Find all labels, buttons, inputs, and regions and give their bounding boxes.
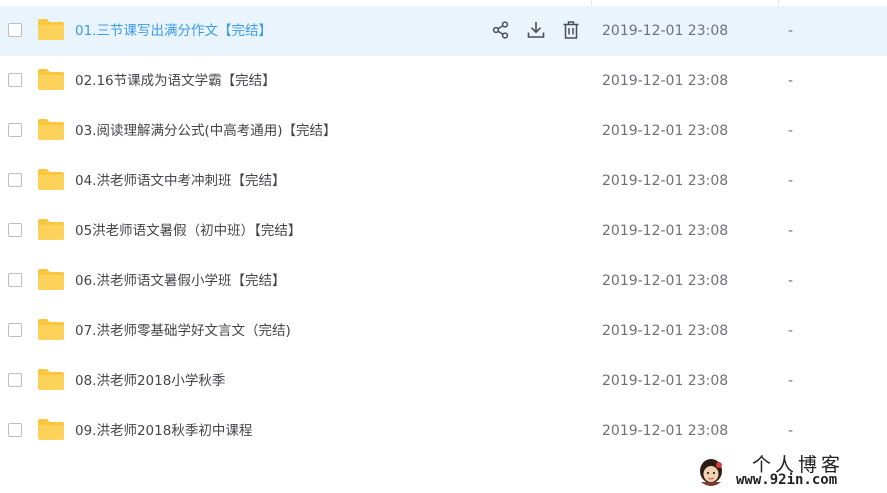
file-row[interactable]: 06.洪老师语文暑假小学班【完结】 2019-12-01 23:08 - — [0, 256, 887, 306]
row-checkbox[interactable] — [8, 73, 22, 87]
row-checkbox[interactable] — [8, 223, 22, 237]
download-icon[interactable] — [525, 19, 547, 41]
folder-icon — [38, 219, 64, 240]
file-row[interactable]: 01.三节课写出满分作文【完结】 2019-12-01 23:08 - — [0, 6, 887, 56]
folder-icon — [38, 419, 64, 440]
file-name-link[interactable]: 01.三节课写出满分作文【完结】 — [75, 6, 272, 56]
row-checkbox[interactable] — [8, 373, 22, 387]
file-list: 01.三节课写出满分作文【完结】 2019-12-01 23:08-02.16节课… — [0, 6, 887, 456]
file-size: - — [788, 323, 794, 339]
row-checkbox[interactable] — [8, 123, 22, 137]
modified-date: 2019-12-01 23:08 — [602, 273, 729, 289]
row-checkbox[interactable] — [8, 273, 22, 287]
file-name-link[interactable]: 06.洪老师语文暑假小学班【完结】 — [75, 256, 285, 306]
folder-icon — [38, 69, 64, 90]
modified-date: 2019-12-01 23:08 — [602, 123, 729, 139]
file-size: - — [788, 423, 794, 439]
file-size: - — [788, 223, 794, 239]
folder-icon — [38, 269, 64, 290]
file-row[interactable]: 09.洪老师2018秋季初中课程 2019-12-01 23:08 - — [0, 406, 887, 456]
file-name-link[interactable]: 07.洪老师零基础学好文言文（完结) — [75, 306, 291, 356]
file-row[interactable]: 04.洪老师语文中考冲刺班【完结】 2019-12-01 23:08 - — [0, 156, 887, 206]
file-row[interactable]: 03.阅读理解满分公式(中高考通用)【完结】 2019-12-01 23:08 - — [0, 106, 887, 156]
row-checkbox[interactable] — [8, 23, 22, 37]
modified-date: 2019-12-01 23:08 — [602, 223, 729, 239]
watermark-url: www.92in.com — [736, 472, 838, 488]
row-checkbox[interactable] — [8, 423, 22, 437]
file-name-link[interactable]: 08.洪老师2018小学秋季 — [75, 356, 225, 406]
file-size: - — [788, 273, 794, 289]
modified-date: 2019-12-01 23:08 — [602, 323, 729, 339]
file-size: - — [788, 123, 794, 139]
file-name-link[interactable]: 03.阅读理解满分公式(中高考通用)【完结】 — [75, 106, 337, 156]
file-name-link[interactable]: 02.16节课成为语文学霸【完结】 — [75, 56, 276, 106]
watermark: 个人博客 www.92in.com — [694, 452, 887, 493]
row-checkbox[interactable] — [8, 323, 22, 337]
file-size: - — [788, 23, 794, 39]
file-row[interactable]: 05洪老师语文暑假（初中班）【完结】 2019-12-01 23:08 - — [0, 206, 887, 256]
file-name-link[interactable]: 04.洪老师语文中考冲刺班【完结】 — [75, 156, 285, 206]
file-row[interactable]: 02.16节课成为语文学霸【完结】 2019-12-01 23:08 - — [0, 56, 887, 106]
folder-icon — [38, 169, 64, 190]
file-row[interactable]: 08.洪老师2018小学秋季 2019-12-01 23:08 - — [0, 356, 887, 406]
modified-date: 2019-12-01 23:08 — [602, 373, 729, 389]
file-name-link[interactable]: 09.洪老师2018秋季初中课程 — [75, 406, 252, 456]
row-checkbox[interactable] — [8, 173, 22, 187]
share-icon[interactable] — [490, 19, 512, 41]
folder-icon — [38, 19, 64, 40]
file-name-link[interactable]: 05洪老师语文暑假（初中班）【完结】 — [75, 206, 301, 256]
folder-icon — [38, 369, 64, 390]
delete-icon[interactable] — [560, 19, 582, 41]
modified-date: 2019-12-01 23:08 — [602, 23, 729, 39]
avatar-icon — [700, 459, 722, 486]
file-size: - — [788, 373, 794, 389]
folder-icon — [38, 119, 64, 140]
modified-date: 2019-12-01 23:08 — [602, 173, 729, 189]
modified-date: 2019-12-01 23:08 — [602, 423, 729, 439]
folder-icon — [38, 319, 64, 340]
file-row[interactable]: 07.洪老师零基础学好文言文（完结) 2019-12-01 23:08 - — [0, 306, 887, 356]
modified-date: 2019-12-01 23:08 — [602, 73, 729, 89]
file-size: - — [788, 73, 794, 89]
file-size: - — [788, 173, 794, 189]
